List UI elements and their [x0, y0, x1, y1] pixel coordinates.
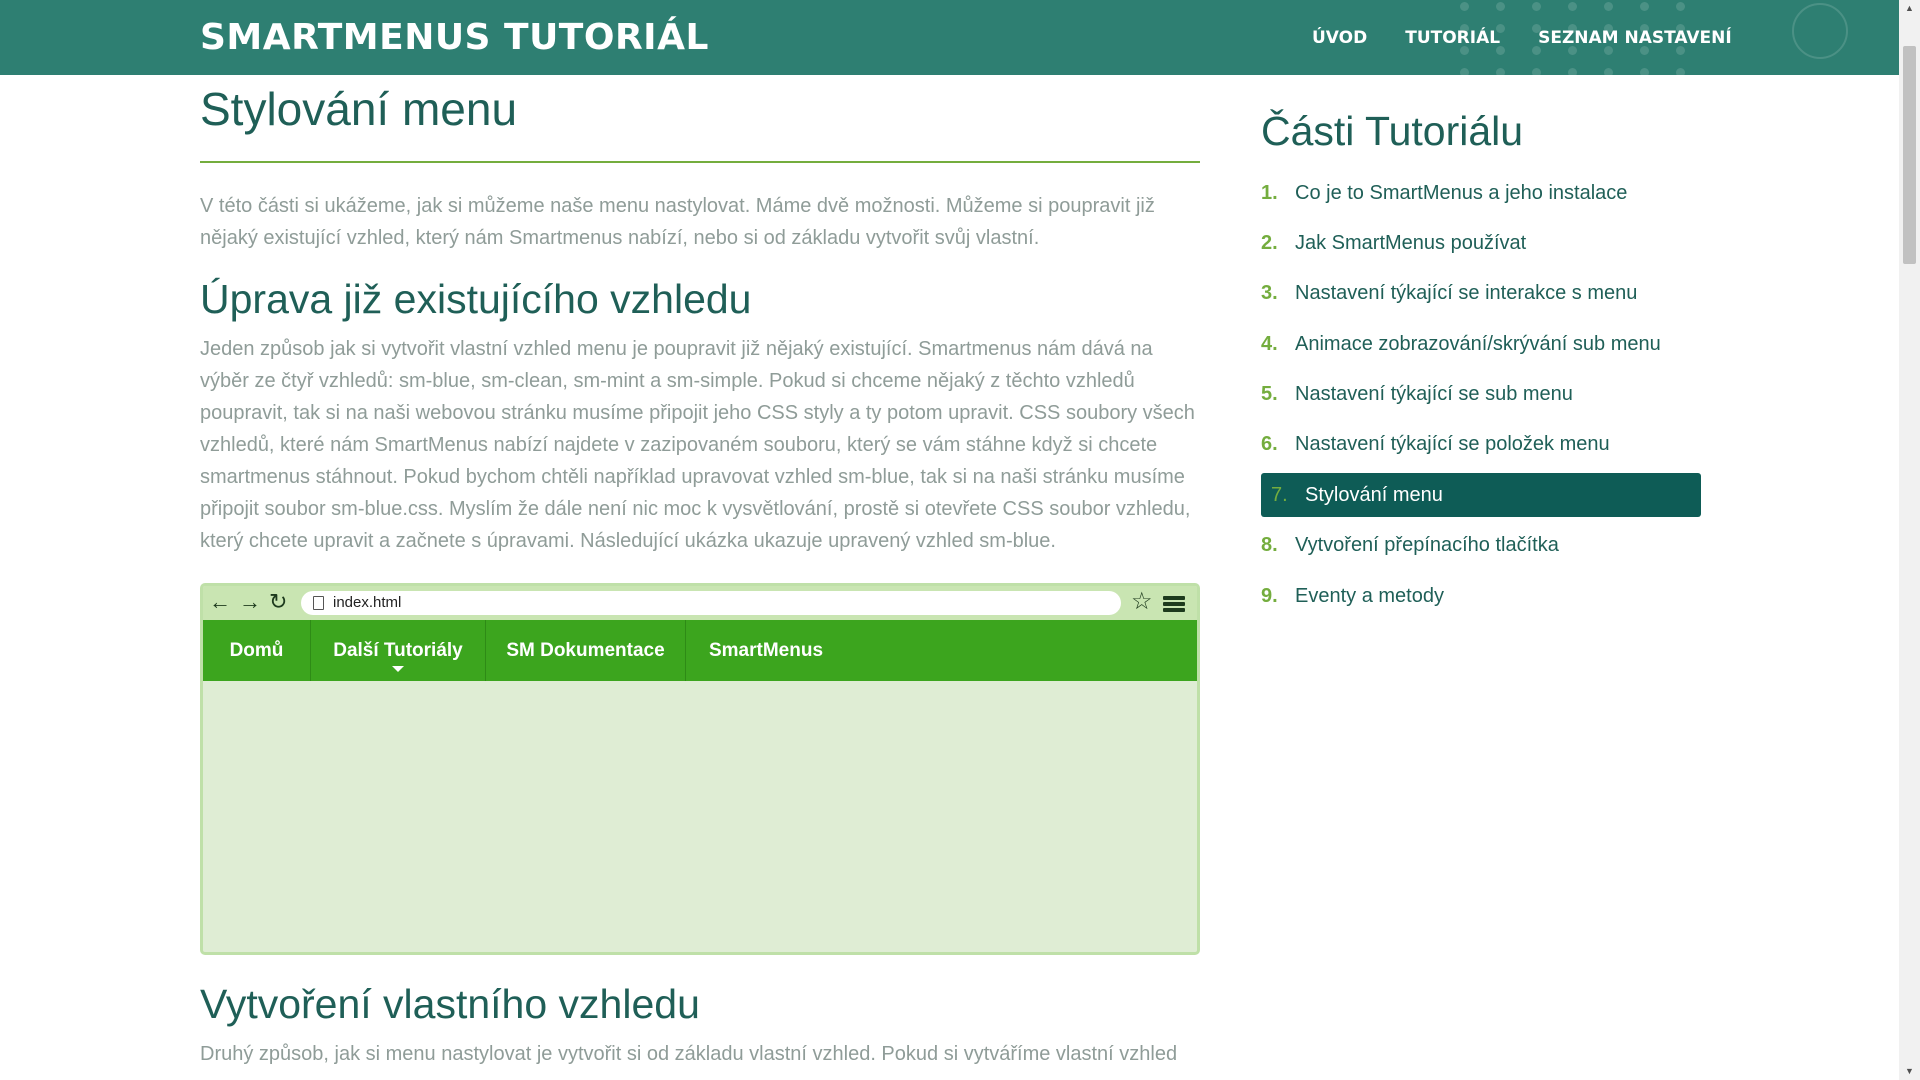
- demo-address-bar: index.html: [301, 591, 1121, 615]
- title-divider: [200, 161, 1200, 163]
- sidebar-title: Části Tutoriálu: [1261, 108, 1524, 154]
- demo-browser-toolbar: ← → ↻ index.html ☆: [203, 586, 1197, 620]
- nav-link-tutorial[interactable]: TUTORIÁL: [1405, 28, 1500, 48]
- toc-number: 4.: [1261, 332, 1278, 355]
- submenu-arrow-icon: [392, 666, 404, 672]
- demo-menu-bar: Domů Další Tutoriály SM Dokumentace Smar…: [203, 620, 1197, 681]
- demo-browser-mockup: ← → ↻ index.html ☆ Domů Další Tutoriály …: [200, 583, 1200, 955]
- scrollbar-thumb[interactable]: [1903, 46, 1916, 264]
- section-paragraph-custom: Druhý způsob, jak si menu nastylovat je …: [200, 1043, 1178, 1065]
- hamburger-menu-icon: [1163, 596, 1185, 612]
- section-paragraph-existing: Jeden způsob jak si vytvořit vlastní vzh…: [200, 338, 1195, 552]
- demo-menu-label: SM Dokumentace: [506, 639, 665, 661]
- demo-menu-item-smartmenus[interactable]: SmartMenus: [686, 620, 846, 681]
- nav-link-seznam-nastaveni[interactable]: SEZNAM NASTAVENÍ: [1538, 28, 1732, 48]
- toc-label: Co je to SmartMenus a jeho instalace: [1295, 181, 1628, 204]
- page-scrollbar[interactable]: ▲ ▼: [1899, 0, 1920, 1080]
- toc-item-9[interactable]: 9. Eventy a metody: [1261, 574, 1701, 618]
- demo-menu-label: SmartMenus: [708, 639, 824, 661]
- toc-number: 7.: [1271, 483, 1288, 506]
- toc-item-7-active[interactable]: 7. Stylování menu: [1261, 473, 1701, 518]
- page-title: Stylování menu: [200, 83, 518, 135]
- demo-menu-item-domu[interactable]: Domů: [203, 620, 311, 681]
- site-header: SMARTMENUS TUTORIÁL ÚVOD TUTORIÁL SEZNAM…: [0, 0, 1899, 75]
- toc-number: 6.: [1261, 433, 1278, 456]
- toc-label: Nastavení týkající se sub menu: [1295, 383, 1573, 406]
- demo-menu-item-dalsi-tutorialy[interactable]: Další Tutoriály: [311, 620, 486, 681]
- toc-label: Eventy a metody: [1295, 584, 1444, 607]
- toc-label: Nastavení týkající se interakce s menu: [1295, 282, 1638, 305]
- header-circle-decoration: [1792, 3, 1848, 59]
- toc-label: Jak SmartMenus používat: [1295, 231, 1527, 254]
- section-heading-custom: Vytvoření vlastního vzhledu: [200, 981, 700, 1027]
- toc-item-8[interactable]: 8. Vytvoření přepínacího tlačítka: [1261, 524, 1701, 568]
- toc-number: 5.: [1261, 383, 1278, 406]
- section-heading-existing: Úprava již existujícího vzhledu: [200, 276, 752, 322]
- reload-icon: ↻: [269, 589, 288, 614]
- intro-paragraph: V této části si ukážeme, jak si můžeme n…: [200, 195, 1155, 249]
- star-icon: ☆: [1131, 588, 1153, 615]
- toc-number: 3.: [1261, 282, 1278, 305]
- demo-url-text: index.html: [333, 594, 402, 611]
- document-icon: [313, 596, 324, 610]
- forward-arrow-icon: →: [239, 589, 261, 614]
- scroll-down-icon[interactable]: ▼: [1899, 1063, 1920, 1080]
- toc-item-1[interactable]: 1. Co je to SmartMenus a jeho instalace: [1261, 171, 1701, 215]
- toc-item-5[interactable]: 5. Nastavení týkající se sub menu: [1261, 373, 1701, 417]
- main-nav: ÚVOD TUTORIÁL SEZNAM NASTAVENÍ: [1312, 0, 1770, 75]
- nav-link-uvod[interactable]: ÚVOD: [1312, 28, 1367, 48]
- toc-label: Vytvoření přepínacího tlačítka: [1295, 534, 1559, 557]
- demo-menu-label: Domů: [229, 639, 284, 661]
- toc-label: Stylování menu: [1305, 483, 1443, 506]
- toc-item-4[interactable]: 4. Animace zobrazování/skrývání sub menu: [1261, 322, 1701, 366]
- toc-number: 9.: [1261, 584, 1278, 607]
- demo-menu-label: Další Tutoriály: [333, 639, 463, 661]
- toc-item-3[interactable]: 3. Nastavení týkající se interakce s menu: [1261, 272, 1701, 316]
- toc-item-2[interactable]: 2. Jak SmartMenus používat: [1261, 221, 1701, 265]
- demo-menu-item-sm-dokumentace[interactable]: SM Dokumentace: [486, 620, 686, 681]
- scroll-up-icon[interactable]: ▲: [1899, 0, 1920, 17]
- toc-item-6[interactable]: 6. Nastavení týkající se položek menu: [1261, 423, 1701, 467]
- toc-label: Nastavení týkající se položek menu: [1295, 433, 1610, 456]
- toc-number: 2.: [1261, 231, 1278, 254]
- toc-number: 8.: [1261, 534, 1278, 557]
- tutorial-parts-list: 1. Co je to SmartMenus a jeho instalace 2…: [1261, 171, 1701, 625]
- toc-number: 1.: [1261, 181, 1278, 204]
- back-arrow-icon: ←: [209, 589, 231, 614]
- toc-label: Animace zobrazování/skrývání sub menu: [1295, 332, 1661, 355]
- site-logo[interactable]: SMARTMENUS TUTORIÁL: [200, 17, 709, 58]
